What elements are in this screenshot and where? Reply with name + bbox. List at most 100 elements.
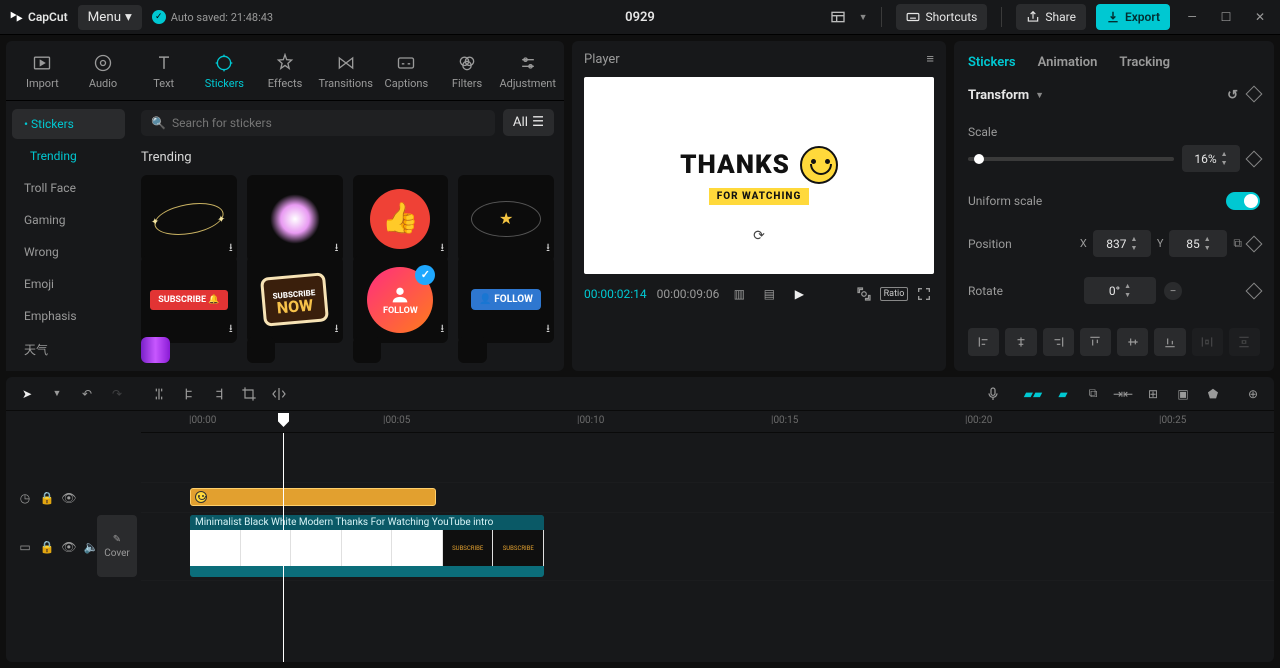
menu-button[interactable]: Menu▾ xyxy=(78,5,142,30)
sticker-star-orbit[interactable]: ⭳ xyxy=(458,175,554,262)
video-clip[interactable]: Minimalist Black White Modern Thanks For… xyxy=(190,515,544,577)
track-rows[interactable]: ✎ Cover Minimalist Black White Modern Th… xyxy=(141,433,1274,662)
timeline-ruler[interactable]: |00:00 |00:05 |00:10 |00:15 |00:20 |00:2… xyxy=(141,411,1274,433)
select-mode-chevron[interactable]: ▼ xyxy=(46,383,68,405)
sticker-item[interactable] xyxy=(458,337,487,363)
scale-value[interactable]: 16%▲▼ xyxy=(1182,145,1240,172)
sticker-subscribe-now[interactable]: SUBSCRIBENOW⭳ xyxy=(247,256,343,343)
sticker-clip[interactable] xyxy=(190,488,436,506)
reset-icon[interactable]: ↺ xyxy=(1227,88,1238,103)
category-troll-face[interactable]: Troll Face xyxy=(12,173,125,203)
category-trending[interactable]: Trending xyxy=(12,141,125,171)
align-vcenter[interactable] xyxy=(1117,328,1148,356)
share-button[interactable]: Share xyxy=(1016,4,1086,30)
export-button[interactable]: Export xyxy=(1096,4,1170,30)
trim-left-tool[interactable] xyxy=(178,383,200,405)
keyframe-icon[interactable] xyxy=(1246,235,1263,252)
category-gaming[interactable]: Gaming xyxy=(12,205,125,235)
ratio-button[interactable]: Ratio xyxy=(884,284,904,304)
tab-captions[interactable]: Captions xyxy=(376,47,437,100)
magnet-track-icon[interactable]: ▰ xyxy=(1052,383,1074,405)
clock-icon[interactable]: ◷ xyxy=(18,491,32,505)
tab-filters[interactable]: Filters xyxy=(437,47,498,100)
marker-icon[interactable]: ⬟ xyxy=(1202,383,1224,405)
crop-tool[interactable] xyxy=(238,383,260,405)
align-hcenter[interactable] xyxy=(1005,328,1036,356)
tab-audio[interactable]: Audio xyxy=(73,47,134,100)
tab-text[interactable]: Text xyxy=(133,47,194,100)
search-box[interactable]: 🔍 xyxy=(141,110,495,136)
align-bottom[interactable] xyxy=(1154,328,1185,356)
category-root-stickers[interactable]: • Stickers xyxy=(12,109,125,139)
split-tool[interactable] xyxy=(148,383,170,405)
magnet-main-icon[interactable]: ▰▰ xyxy=(1022,383,1044,405)
tab-effects[interactable]: Effects xyxy=(255,47,316,100)
crop-icon[interactable] xyxy=(854,284,874,304)
tab-adjustment[interactable]: Adjustment xyxy=(497,47,558,100)
chevron-down-icon[interactable]: ▼ xyxy=(1035,90,1044,101)
window-close-icon[interactable]: ✕ xyxy=(1248,5,1272,29)
keyframe-icon[interactable] xyxy=(1246,86,1263,103)
inspector-tab-animation[interactable]: Animation xyxy=(1038,55,1098,70)
window-minimize-icon[interactable]: — xyxy=(1180,5,1204,29)
position-y[interactable]: 85▲▼ xyxy=(1169,230,1227,257)
lock-icon[interactable]: 🔒 xyxy=(40,491,54,505)
sticker-follow-badge[interactable]: ✓FOLLOW⭳ xyxy=(353,256,449,343)
snap-icon[interactable]: ⇥⇤ xyxy=(1112,383,1134,405)
undo-button[interactable]: ↶ xyxy=(76,383,98,405)
sticker-purple-glow[interactable] xyxy=(141,337,170,363)
keyframe-icon[interactable] xyxy=(1246,150,1263,167)
link-clips-icon[interactable]: ⧉ xyxy=(1082,383,1104,405)
track-option-icon[interactable]: ▣ xyxy=(1172,383,1194,405)
cover-button[interactable]: ✎ Cover xyxy=(97,515,137,577)
shortcuts-button[interactable]: Shortcuts xyxy=(896,4,987,30)
sticker-item[interactable] xyxy=(353,337,382,363)
player-menu-icon[interactable]: ≡ xyxy=(926,51,934,67)
sticker-track[interactable] xyxy=(141,483,1274,513)
align-left[interactable] xyxy=(968,328,999,356)
tab-transitions[interactable]: Transitions xyxy=(315,47,376,100)
rotate-reset[interactable]: − xyxy=(1164,282,1182,300)
video-icon[interactable]: ▭ xyxy=(18,540,32,554)
keyframe-icon[interactable] xyxy=(1246,282,1263,299)
lock-icon[interactable]: 🔒 xyxy=(40,540,54,554)
zoom-timeline-icon[interactable]: ⊕ xyxy=(1242,383,1264,405)
category-weather[interactable]: 天气 xyxy=(12,333,125,366)
position-x[interactable]: 837▲▼ xyxy=(1093,230,1151,257)
download-icon[interactable]: ⭳ xyxy=(335,320,339,339)
rotate-value[interactable]: 0°▲▼ xyxy=(1084,277,1156,304)
video-preview[interactable]: THANKS FOR WATCHING ⟳ xyxy=(584,77,934,274)
category-emoji[interactable]: Emoji xyxy=(12,269,125,299)
sticker-subscribe-pill[interactable]: SUBSCRIBE 🔔⭳ xyxy=(141,256,237,343)
align-right[interactable] xyxy=(1043,328,1074,356)
play-button[interactable]: ▶ xyxy=(789,284,809,304)
sticker-pink-spark[interactable]: ⭳ xyxy=(247,175,343,262)
align-top[interactable] xyxy=(1080,328,1111,356)
download-icon[interactable]: ⭳ xyxy=(546,320,550,339)
select-tool[interactable]: ➤ xyxy=(16,383,38,405)
tab-import[interactable]: Import xyxy=(12,47,73,100)
sticker-follow-pill[interactable]: 👤 FOLLOW⭳ xyxy=(458,256,554,343)
eye-icon[interactable]: 👁 xyxy=(62,540,76,554)
download-icon[interactable]: ⭳ xyxy=(229,320,233,339)
eye-icon[interactable]: 👁 xyxy=(62,491,76,505)
category-wrong[interactable]: Wrong xyxy=(12,237,125,267)
window-maximize-icon[interactable]: ☐ xyxy=(1214,5,1238,29)
download-icon[interactable]: ⭳ xyxy=(440,320,444,339)
fullscreen-icon[interactable] xyxy=(914,284,934,304)
trim-right-tool[interactable] xyxy=(208,383,230,405)
category-emphasis[interactable]: Emphasis xyxy=(12,301,125,331)
layout-presets-button[interactable] xyxy=(827,6,849,28)
preview-axis-icon[interactable]: ⊞ xyxy=(1142,383,1164,405)
video-track[interactable]: ✎ Cover Minimalist Black White Modern Th… xyxy=(141,513,1274,581)
compare-b-icon[interactable]: ▤ xyxy=(759,284,779,304)
sticker-thumbs-up[interactable]: 👍⭳ xyxy=(353,175,449,262)
mirror-tool[interactable] xyxy=(268,383,290,405)
sticker-item[interactable] xyxy=(247,337,276,363)
compare-a-icon[interactable]: ▥ xyxy=(729,284,749,304)
scale-slider[interactable] xyxy=(968,157,1174,161)
filter-all-button[interactable]: All ☰ xyxy=(503,109,554,136)
inspector-tab-tracking[interactable]: Tracking xyxy=(1119,55,1170,70)
link-icon[interactable]: ⧉ xyxy=(1233,236,1242,251)
uniform-scale-toggle[interactable] xyxy=(1226,192,1260,210)
